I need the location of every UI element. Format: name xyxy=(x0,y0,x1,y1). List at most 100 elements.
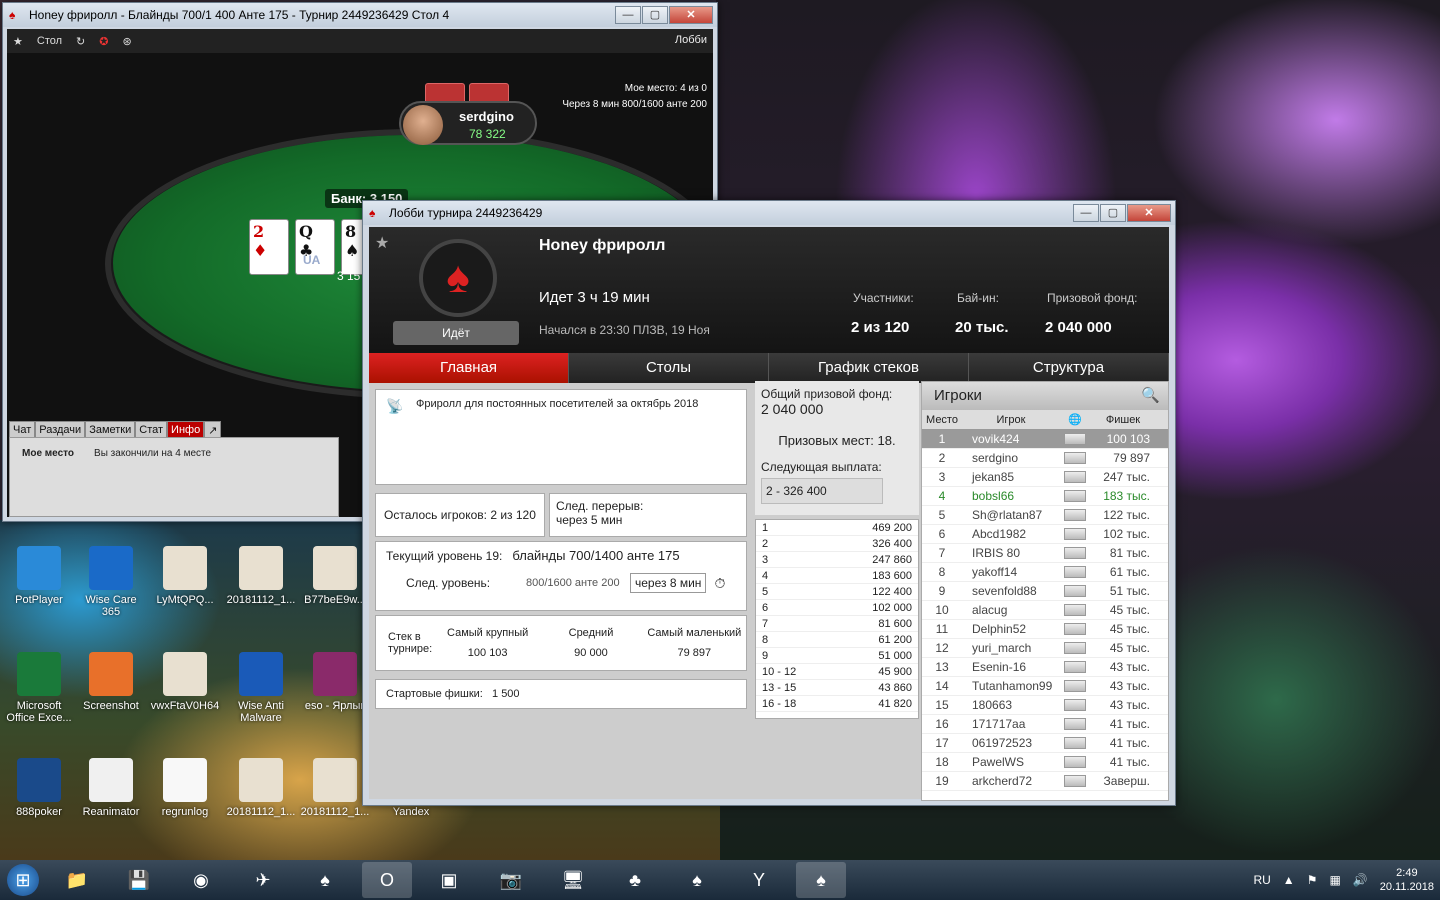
desktop-icon[interactable]: Wise Anti Malware xyxy=(226,652,296,724)
tray-arrow-icon[interactable]: ▲ xyxy=(1283,873,1295,887)
payout-row: 13 - 15 43 860 xyxy=(756,680,918,696)
lobby-titlebar[interactable]: ♠ Лобби турнира 2449236429 — ▢ ✕ xyxy=(363,201,1175,225)
table-titlebar[interactable]: ♠ Honey фриролл - Блайнды 700/1 400 Анте… xyxy=(3,3,717,27)
player-row[interactable]: 2 serdgino 79 897 xyxy=(922,449,1168,468)
desktop-icon[interactable]: B77beE9w... xyxy=(300,546,370,606)
player-row[interactable]: 5 Sh@rlatan87 122 тыс. xyxy=(922,506,1168,525)
desktop-icon[interactable]: 888poker xyxy=(4,758,74,818)
next-level-value: 800/1600 анте 200 xyxy=(526,577,620,589)
desktop-icon[interactable]: eso - Ярлык xyxy=(300,652,370,712)
star-icon[interactable]: ★ xyxy=(13,35,23,48)
camera-icon[interactable]: 📷 xyxy=(486,862,536,898)
desktop-icon[interactable]: LyMtQPQ... xyxy=(150,546,220,606)
network-icon[interactable]: ▦ xyxy=(1329,873,1340,887)
payout-row: 5 122 400 xyxy=(756,584,918,600)
payout-place: 6 xyxy=(762,602,769,614)
start-button[interactable]: ⊞ xyxy=(0,860,46,900)
pokerstars-active-icon[interactable]: ♠ xyxy=(796,862,846,898)
tournament-name: Honey фриролл xyxy=(539,237,666,254)
flag-icon xyxy=(1064,699,1086,711)
card-rank: 2 xyxy=(253,222,265,241)
player-name: yuri_march xyxy=(972,641,1032,655)
maximize-button[interactable]: ▢ xyxy=(1100,204,1126,222)
telegram-icon[interactable]: ✈ xyxy=(238,862,288,898)
lobby-button[interactable]: Лобби xyxy=(675,34,707,46)
lobby-tab[interactable]: График стеков xyxy=(769,353,969,383)
player-row[interactable]: 10 alacug 45 тыс. xyxy=(922,601,1168,620)
explorer-icon[interactable]: 📁 xyxy=(52,862,102,898)
player-name: bobsl66 xyxy=(972,489,1015,503)
desktop-icon[interactable]: Screenshot xyxy=(76,652,146,712)
player-row[interactable]: 11 Delphin52 45 тыс. xyxy=(922,620,1168,639)
save-icon[interactable]: 💾 xyxy=(114,862,164,898)
desktop-icon[interactable]: regrunlog xyxy=(150,758,220,818)
lobby-tabs: Главная Столы График стеков Структура xyxy=(369,353,1169,383)
column-header[interactable]: Место xyxy=(922,410,962,429)
player-row[interactable]: 4 bobsl66 183 тыс. xyxy=(922,487,1168,506)
desktop-icon[interactable]: 20181112_1... xyxy=(226,758,296,818)
888poker-icon[interactable]: ♠ xyxy=(672,862,722,898)
total-prize-label: Общий призовой фонд: xyxy=(761,387,893,401)
lobby-tab[interactable]: Столы xyxy=(569,353,769,383)
stars-icon[interactable]: ✪ xyxy=(99,35,108,48)
monitor-icon[interactable]: 🖥 xyxy=(548,862,598,898)
flag-icon xyxy=(1064,623,1086,635)
column-header[interactable]: 🌐 xyxy=(1060,410,1090,429)
player-row[interactable]: 1 vovik424 100 103 xyxy=(922,430,1168,449)
refresh-icon[interactable]: ↻ xyxy=(76,35,85,48)
close-button[interactable]: ✕ xyxy=(669,6,713,24)
player-row[interactable]: 7 IRBIS 80 81 тыс. xyxy=(922,544,1168,563)
screenshot-icon[interactable]: ▣ xyxy=(424,862,474,898)
entrants-value: 2 из 120 xyxy=(851,319,910,336)
desktop-icon[interactable]: Wise Care 365 xyxy=(76,546,146,618)
favorite-star-icon[interactable]: ★ xyxy=(375,233,389,253)
clock[interactable]: 2:49 20.11.2018 xyxy=(1380,866,1434,894)
desktop-icon[interactable]: Microsoft Office Exce... xyxy=(4,652,74,724)
desktop-icon-label: 20181112_1... xyxy=(226,594,296,606)
language-indicator[interactable]: RU xyxy=(1253,873,1270,887)
player-row[interactable]: 9 sevenfold88 51 тыс. xyxy=(922,582,1168,601)
minimize-button[interactable]: — xyxy=(1073,204,1099,222)
player-name: Esenin-16 xyxy=(972,660,1027,674)
close-button[interactable]: ✕ xyxy=(1127,204,1171,222)
player-row[interactable]: 15 180663 43 тыс. xyxy=(922,696,1168,715)
lobby-tab[interactable]: Структура xyxy=(969,353,1169,383)
player-row[interactable]: 14 Tutanhamon99 43 тыс. xyxy=(922,677,1168,696)
flag-icon[interactable]: ⚑ xyxy=(1307,873,1318,887)
lobby-tab[interactable]: Главная xyxy=(369,353,569,383)
opera-icon[interactable]: O xyxy=(362,862,412,898)
column-header[interactable]: Фишек xyxy=(1090,410,1156,429)
player-row[interactable]: 6 Abcd1982 102 тыс. xyxy=(922,525,1168,544)
payout-row: 10 - 12 45 900 xyxy=(756,664,918,680)
desktop-icon[interactable]: vwxFtaV0H64 xyxy=(150,652,220,712)
player-chips: 45 тыс. xyxy=(1109,622,1150,636)
volume-icon[interactable]: 🔊 xyxy=(1353,873,1368,887)
table-menu-button[interactable]: Стол xyxy=(37,35,62,47)
chrome-icon[interactable]: ◉ xyxy=(176,862,226,898)
maximize-button[interactable]: ▢ xyxy=(642,6,668,24)
player-seat[interactable]: serdgino 78 322 xyxy=(399,101,537,145)
pokerstars-icon[interactable]: ♠ xyxy=(300,862,350,898)
player-row[interactable]: 3 jekan85 247 тыс. xyxy=(922,468,1168,487)
fulltilt-icon[interactable]: ♣ xyxy=(610,862,660,898)
player-row[interactable]: 19 arkcherd72 Заверш. xyxy=(922,772,1168,791)
desktop-icon[interactable]: Reanimator xyxy=(76,758,146,818)
player-name: arkcherd72 xyxy=(972,774,1033,788)
search-icon[interactable]: 🔍 xyxy=(1141,382,1160,410)
desktop-icon[interactable]: 20181112_1... xyxy=(300,758,370,818)
player-row[interactable]: 8 yakoff14 61 тыс. xyxy=(922,563,1168,582)
prize-label: Призовой фонд: xyxy=(1047,291,1138,305)
player-row[interactable]: 17 061972523 41 тыс. xyxy=(922,734,1168,753)
desktop-icon[interactable]: PotPlayer xyxy=(4,546,74,606)
tournament-description: 📡 Фриролл для постоянных посетителей за о… xyxy=(375,389,747,485)
player-row[interactable]: 12 yuri_march 45 тыс. xyxy=(922,639,1168,658)
yandex-icon[interactable]: Y xyxy=(734,862,784,898)
column-header[interactable]: Игрок xyxy=(962,410,1060,429)
pokerstars-logo-icon: ♠ xyxy=(9,8,16,22)
chip-icon[interactable]: ⊛ xyxy=(122,35,131,48)
player-row[interactable]: 13 Esenin-16 43 тыс. xyxy=(922,658,1168,677)
player-row[interactable]: 16 171717aa 41 тыс. xyxy=(922,715,1168,734)
desktop-icon[interactable]: 20181112_1... xyxy=(226,546,296,606)
minimize-button[interactable]: — xyxy=(615,6,641,24)
player-row[interactable]: 18 PawelWS 41 тыс. xyxy=(922,753,1168,772)
